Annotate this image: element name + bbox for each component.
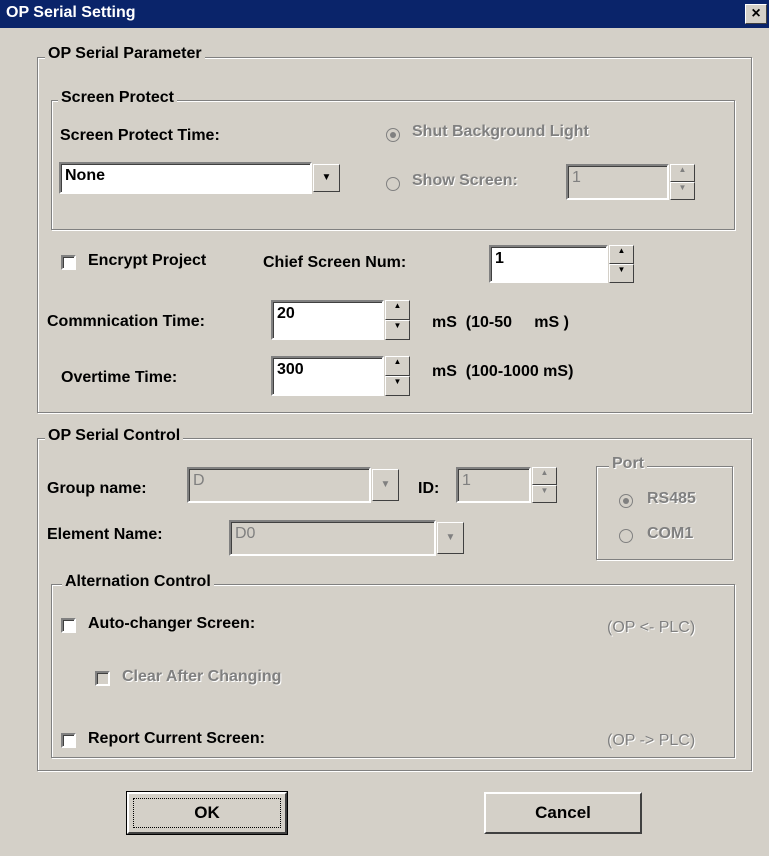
cancel-label: Cancel bbox=[535, 803, 591, 822]
id-value: 1 bbox=[462, 472, 471, 489]
op-serial-control-title: OP Serial Control bbox=[45, 427, 184, 445]
spin-down-icon[interactable]: ▼ bbox=[609, 264, 634, 283]
element-name-select[interactable]: D0 bbox=[229, 520, 436, 556]
id-input[interactable]: 1 bbox=[456, 467, 531, 503]
communication-time-value: 20 bbox=[277, 305, 295, 322]
screen-protect-time-dropdown-button[interactable]: ▼ bbox=[313, 164, 340, 192]
title-bar[interactable]: OP Serial Setting × bbox=[0, 0, 769, 28]
spin-down-icon[interactable]: ▼ bbox=[385, 376, 410, 396]
element-name-dropdown-button[interactable]: ▼ bbox=[437, 522, 464, 554]
overtime-time-value: 300 bbox=[277, 361, 304, 378]
show-screen-input[interactable]: 1 bbox=[566, 164, 669, 200]
group-name-value: D bbox=[193, 472, 205, 489]
spin-down-icon[interactable]: ▼ bbox=[385, 320, 410, 340]
chevron-down-icon: ▼ bbox=[380, 479, 391, 490]
rs485-label: RS485 bbox=[647, 490, 696, 507]
group-name-label: Group name: bbox=[47, 480, 147, 497]
shut-background-light-radio[interactable] bbox=[386, 128, 400, 142]
chevron-down-icon: ▼ bbox=[445, 532, 456, 543]
screen-protect-time-select[interactable]: None bbox=[59, 162, 312, 194]
chevron-down-icon: ▼ bbox=[321, 172, 332, 183]
communication-time-label: Commnication Time: bbox=[47, 313, 205, 330]
chief-screen-num-label: Chief Screen Num: bbox=[263, 254, 407, 271]
clear-after-changing-checkbox[interactable] bbox=[95, 671, 110, 686]
communication-time-spinner[interactable]: ▲ ▼ bbox=[385, 300, 410, 340]
show-screen-label: Show Screen: bbox=[412, 172, 518, 189]
alternation-control-title: Alternation Control bbox=[62, 573, 214, 591]
show-screen-spinner[interactable]: ▲ ▼ bbox=[670, 164, 695, 200]
focus-rect bbox=[133, 798, 281, 828]
encrypt-project-label: Encrypt Project bbox=[88, 252, 207, 269]
com1-radio[interactable] bbox=[619, 529, 633, 543]
id-spinner[interactable]: ▲ ▼ bbox=[532, 467, 557, 503]
screen-protect-time-value: None bbox=[65, 167, 105, 184]
auto-changer-screen-label: Auto-changer Screen: bbox=[88, 615, 256, 632]
id-label: ID: bbox=[418, 480, 440, 497]
close-button[interactable]: × bbox=[745, 4, 767, 24]
report-current-direction: (OP -> PLC) bbox=[607, 732, 696, 749]
clear-after-changing-label: Clear After Changing bbox=[122, 668, 282, 685]
port-title: Port bbox=[609, 455, 647, 473]
overtime-time-spinner[interactable]: ▲ ▼ bbox=[385, 356, 410, 396]
spin-up-icon[interactable]: ▲ bbox=[532, 467, 557, 485]
show-screen-value: 1 bbox=[572, 169, 581, 186]
element-name-value: D0 bbox=[235, 525, 256, 542]
group-name-select[interactable]: D bbox=[187, 467, 371, 503]
overtime-time-input[interactable]: 300 bbox=[271, 356, 384, 396]
chief-screen-num-input[interactable]: 1 bbox=[489, 245, 608, 283]
auto-changer-direction: (OP <- PLC) bbox=[607, 619, 696, 636]
rs485-radio[interactable] bbox=[619, 494, 633, 508]
spin-down-icon[interactable]: ▼ bbox=[670, 182, 695, 200]
show-screen-radio[interactable] bbox=[386, 177, 400, 191]
spin-down-icon[interactable]: ▼ bbox=[532, 485, 557, 503]
window-title: OP Serial Setting bbox=[6, 4, 136, 21]
shut-background-light-label: Shut Background Light bbox=[412, 123, 589, 140]
encrypt-project-checkbox[interactable] bbox=[61, 255, 76, 270]
overtime-time-label: Overtime Time: bbox=[61, 369, 178, 386]
op-serial-parameter-title: OP Serial Parameter bbox=[45, 45, 205, 63]
overtime-time-range: mS (100-1000 mS) bbox=[432, 363, 574, 380]
spin-up-icon[interactable]: ▲ bbox=[609, 245, 634, 264]
op-serial-setting-dialog: OP Serial Setting × OP Serial Parameter … bbox=[0, 0, 769, 856]
close-icon: × bbox=[751, 5, 761, 22]
ok-button[interactable]: OK bbox=[126, 791, 288, 835]
communication-time-input[interactable]: 20 bbox=[271, 300, 384, 340]
spin-up-icon[interactable]: ▲ bbox=[385, 356, 410, 376]
screen-protect-time-label: Screen Protect Time: bbox=[60, 127, 220, 144]
screen-protect-title: Screen Protect bbox=[58, 89, 177, 107]
element-name-label: Element Name: bbox=[47, 526, 163, 543]
cancel-button[interactable]: Cancel bbox=[484, 792, 642, 834]
chief-screen-num-value: 1 bbox=[495, 250, 504, 267]
spin-up-icon[interactable]: ▲ bbox=[385, 300, 410, 320]
spin-up-icon[interactable]: ▲ bbox=[670, 164, 695, 182]
group-name-dropdown-button[interactable]: ▼ bbox=[372, 469, 399, 501]
com1-label: COM1 bbox=[647, 525, 694, 542]
auto-changer-screen-checkbox[interactable] bbox=[61, 618, 76, 633]
report-current-screen-checkbox[interactable] bbox=[61, 733, 76, 748]
chief-screen-num-spinner[interactable]: ▲ ▼ bbox=[609, 245, 634, 283]
report-current-screen-label: Report Current Screen: bbox=[88, 730, 265, 747]
port-group bbox=[596, 466, 733, 560]
communication-time-range: mS (10-50 mS ) bbox=[432, 314, 569, 331]
